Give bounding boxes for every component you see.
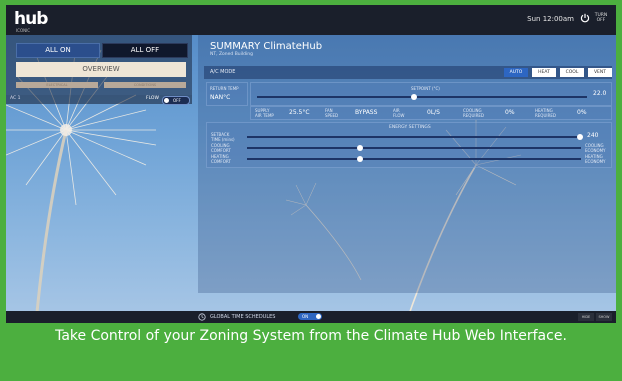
electrical-button[interactable]: ELECTRICAL (16, 82, 98, 88)
mode-cool-button[interactable]: COOL (560, 68, 584, 77)
cooling-required-value: 0% (505, 109, 515, 116)
left-controls: ALL ON ALL OFF OVERVIEW ELECTRICAL CONDI… (6, 35, 192, 95)
setback-slider[interactable] (247, 136, 581, 138)
schedules-toggle-knob (316, 314, 321, 319)
supply-label: SUPPLY AIR TEMP (255, 108, 274, 118)
all-off-button[interactable]: ALL OFF (102, 43, 188, 58)
schedules-toggle[interactable]: ON (298, 313, 322, 320)
air-label: AIR FLOW (393, 108, 405, 118)
mode-heat-button[interactable]: HEAT (532, 68, 556, 77)
mode-vent-button[interactable]: VENT (588, 68, 612, 77)
flow-label: FLOW (146, 96, 159, 101)
setback-label: SETBACK TIME (mins) (211, 132, 235, 142)
setpoint-slider-knob[interactable] (411, 94, 417, 100)
clock-icon (198, 313, 206, 321)
setpoint-value: 22.0 (593, 90, 607, 97)
zone-label: AC 1 (10, 96, 21, 101)
ac-mode-label: A/C MODE (210, 69, 236, 75)
turn-off-label[interactable]: TURN OFF (592, 13, 610, 23)
left-panel: ALL ON ALL OFF OVERVIEW ELECTRICAL CONDI… (6, 35, 192, 323)
heating-comfort-label: HEATING COMFORT (211, 154, 231, 164)
cooling-required-label: COOLING REQUIRED (463, 108, 484, 118)
cooling-comfort-label: COOLING COMFORT (211, 143, 231, 153)
power-icon[interactable] (580, 13, 590, 23)
overview-button[interactable]: OVERVIEW (16, 62, 186, 77)
setpoint-panel: SETPOINT (°C) 22.0 (250, 82, 612, 106)
stats-row: SUPPLY AIR TEMP 25.5°C FAN SPEED BYPASS … (250, 106, 612, 120)
cooling-economy-label: COOLING ECONOMY (585, 143, 606, 153)
ac-mode-bar: A/C MODE AUTO HEAT COOL VENT (204, 66, 612, 79)
clock-display: Sun 12:00am (527, 15, 574, 23)
setback-slider-knob[interactable] (577, 134, 583, 140)
page-title: SUMMARY ClimateHub (210, 41, 323, 52)
top-bar: hub ICONIC Sun 12:00am TURN OFF (6, 5, 616, 35)
air-value: 0L/S (427, 109, 440, 116)
app-screenshot: hub ICONIC Sun 12:00am TURN OFF ALL ON AL… (6, 5, 616, 323)
heating-slider[interactable] (247, 158, 581, 160)
global-schedules-label: GLOBAL TIME SCHEDULES (210, 314, 276, 320)
mode-auto-button[interactable]: AUTO (504, 68, 528, 77)
hide-button[interactable]: HIDE (578, 313, 594, 321)
conditions-button[interactable]: CONDITIONS (104, 82, 186, 88)
cooling-slider-knob[interactable] (357, 145, 363, 151)
hub-logo: hub ICONIC (14, 9, 48, 33)
fan-label: FAN SPEED (325, 108, 339, 118)
cooling-slider[interactable] (247, 147, 581, 149)
toggle-knob (164, 98, 169, 103)
zone-row[interactable]: AC 1 FLOW OFF (6, 95, 192, 105)
bottom-bar: GLOBAL TIME SCHEDULES ON HIDE SHOW (6, 311, 616, 323)
zone-toggle[interactable]: OFF (162, 96, 190, 105)
heating-required-label: HEATING REQUIRED (535, 108, 556, 118)
heating-slider-knob[interactable] (357, 156, 363, 162)
fan-value: BYPASS (355, 109, 378, 116)
schedules-toggle-label: ON (302, 314, 309, 319)
setpoint-slider[interactable] (257, 96, 587, 98)
show-button[interactable]: SHOW (596, 313, 612, 321)
promo-frame: hub ICONIC Sun 12:00am TURN OFF ALL ON AL… (0, 0, 622, 381)
energy-settings-panel: ENERGY SETTINGS SETBACK TIME (mins) 240 … (206, 122, 612, 168)
all-on-button[interactable]: ALL ON (16, 43, 100, 58)
return-temp-panel: RETURN TEMP NAN°C (206, 82, 248, 106)
return-temp-label: RETURN TEMP (210, 86, 239, 91)
page-subtitle: NT, Zoned Building (210, 52, 253, 57)
setpoint-label: SETPOINT (°C) (411, 86, 440, 91)
summary-panel: SUMMARY ClimateHub NT, Zoned Building A/… (198, 35, 616, 293)
setback-value: 240 (587, 132, 599, 139)
return-temp-value: NAN°C (210, 94, 231, 101)
heating-economy-label: HEATING ECONOMY (585, 154, 606, 164)
promo-caption: Take Control of your Zoning System from … (55, 328, 567, 344)
supply-value: 25.5°C (289, 109, 310, 116)
heating-required-value: 0% (577, 109, 587, 116)
energy-settings-title: ENERGY SETTINGS (389, 125, 431, 130)
toggle-label: OFF (173, 98, 181, 103)
